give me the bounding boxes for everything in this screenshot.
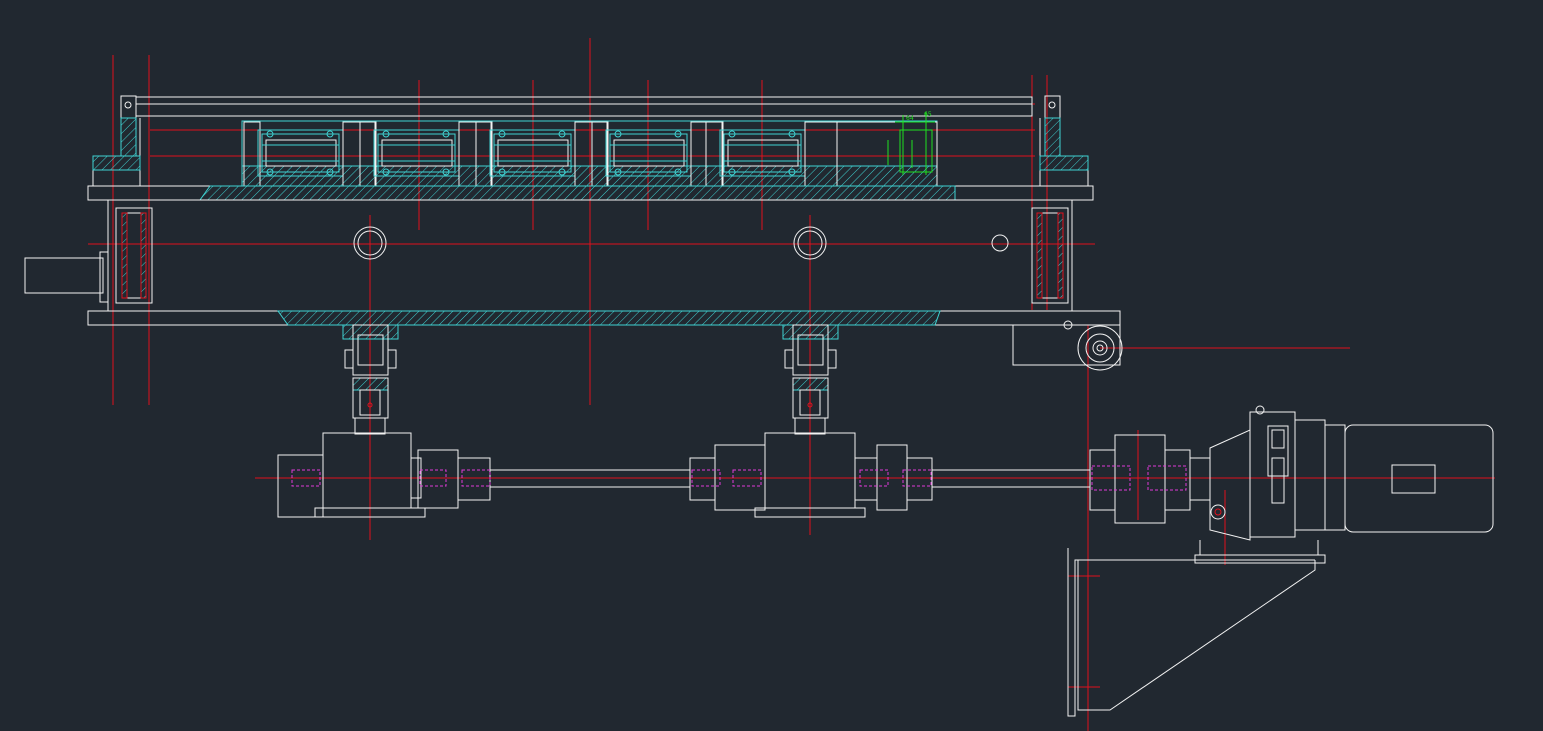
support-bracket <box>1067 548 1316 717</box>
mechanical-drawing: 64 65 <box>24 38 1495 731</box>
motor-reducer <box>1189 405 1494 564</box>
dimension-label-b: 65 <box>924 111 932 118</box>
centerlines <box>88 38 1495 731</box>
pulley-block <box>1012 320 1123 371</box>
cad-drawing-viewport[interactable]: 64 65 <box>0 0 1543 731</box>
dimension-label-a: 64 <box>906 115 914 122</box>
left-end-bracket <box>92 117 141 187</box>
main-frame <box>24 185 1121 326</box>
